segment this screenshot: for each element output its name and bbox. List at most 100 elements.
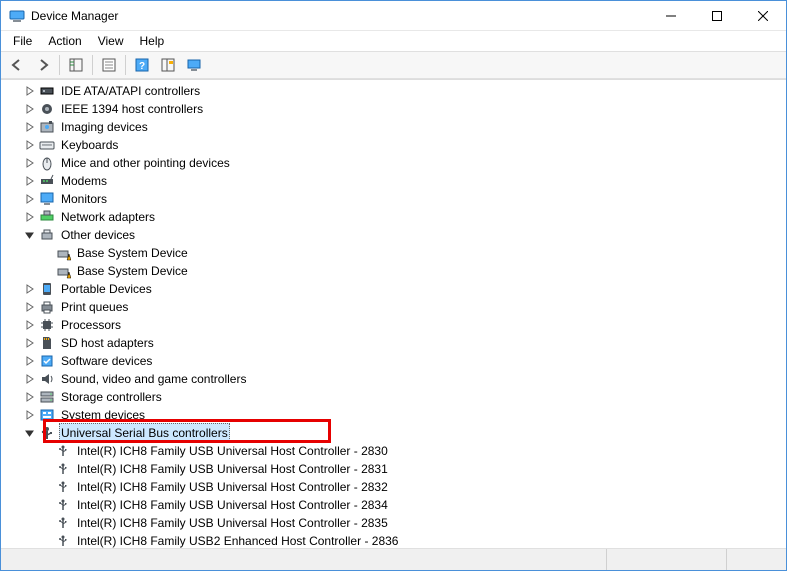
expand-arrow-icon[interactable] — [23, 84, 37, 98]
properties-button[interactable] — [97, 53, 121, 77]
tree-item[interactable]: Intel(R) ICH8 Family USB Universal Host … — [7, 478, 786, 496]
menu-help[interactable]: Help — [132, 32, 173, 50]
tree-item[interactable]: Intel(R) ICH8 Family USB Universal Host … — [7, 442, 786, 460]
tree-item[interactable]: Mice and other pointing devices — [7, 154, 786, 172]
tree-item-label: Intel(R) ICH8 Family USB Universal Host … — [75, 460, 390, 478]
tree-item-label: Portable Devices — [59, 280, 154, 298]
tree-item[interactable]: Sound, video and game controllers — [7, 370, 786, 388]
imaging-icon — [39, 119, 55, 135]
collapse-arrow-icon[interactable] — [23, 426, 37, 440]
tree-item[interactable]: Network adapters — [7, 208, 786, 226]
menu-view[interactable]: View — [90, 32, 132, 50]
expand-arrow-icon[interactable] — [23, 390, 37, 404]
no-expander — [39, 498, 53, 512]
tree-item[interactable]: !Base System Device — [7, 244, 786, 262]
other-icon — [39, 227, 55, 243]
tree-item[interactable]: Print queues — [7, 298, 786, 316]
tree-item-label: Intel(R) ICH8 Family USB Universal Host … — [75, 478, 390, 496]
tree-item[interactable]: Imaging devices — [7, 118, 786, 136]
toolbar-separator — [92, 55, 93, 75]
tree-item-label: Base System Device — [75, 262, 190, 280]
expand-arrow-icon[interactable] — [23, 102, 37, 116]
tree-item[interactable]: IEEE 1394 host controllers — [7, 100, 786, 118]
tree-item[interactable]: ! Base System Device — [7, 262, 786, 280]
tree-item[interactable]: Storage controllers — [7, 388, 786, 406]
tree-item-label: Network adapters — [59, 208, 157, 226]
expand-arrow-icon[interactable] — [23, 300, 37, 314]
expand-arrow-icon[interactable] — [23, 408, 37, 422]
tree-item-label: Modems — [59, 172, 109, 190]
warning-icon: ! — [55, 263, 71, 279]
tree-item-label: Intel(R) ICH8 Family USB Universal Host … — [75, 514, 390, 532]
scan-hardware-button[interactable] — [156, 53, 180, 77]
tree-item[interactable]: Monitors — [7, 190, 786, 208]
tree-item[interactable]: Intel(R) ICH8 Family USB Universal Host … — [7, 514, 786, 532]
back-button[interactable] — [5, 53, 29, 77]
tree-item[interactable]: Keyboards — [7, 136, 786, 154]
monitor-icon-button[interactable] — [182, 53, 206, 77]
tree-item[interactable]: Intel(R) ICH8 Family USB Universal Host … — [7, 496, 786, 514]
content-area: IDE ATA/ATAPI controllersIEEE 1394 host … — [1, 79, 786, 548]
tree-item[interactable]: Other devices — [7, 226, 786, 244]
tree-item-label: Keyboards — [59, 136, 120, 154]
tree-item[interactable]: Software devices — [7, 352, 786, 370]
expand-arrow-icon[interactable] — [23, 192, 37, 206]
usbdev-icon — [55, 497, 71, 513]
no-expander — [39, 246, 53, 260]
tree-item[interactable]: Intel(R) ICH8 Family USB Universal Host … — [7, 460, 786, 478]
menu-file[interactable]: File — [5, 32, 40, 50]
tree-item[interactable]: Intel(R) ICH8 Family USB2 Enhanced Host … — [7, 532, 786, 548]
tree-item[interactable]: Processors — [7, 316, 786, 334]
app-icon — [9, 8, 25, 24]
expand-arrow-icon[interactable] — [23, 210, 37, 224]
system-icon — [39, 407, 55, 423]
no-expander — [39, 480, 53, 494]
device-tree[interactable]: IDE ATA/ATAPI controllersIEEE 1394 host … — [1, 80, 786, 548]
expand-arrow-icon[interactable] — [23, 372, 37, 386]
tree-item-label: System devices — [59, 406, 147, 424]
expand-arrow-icon[interactable] — [23, 174, 37, 188]
mouse-icon — [39, 155, 55, 171]
collapse-arrow-icon[interactable] — [23, 228, 37, 242]
help-button[interactable]: ? — [130, 53, 154, 77]
minimize-button[interactable] — [648, 1, 694, 31]
tree-item[interactable]: System devices — [7, 406, 786, 424]
ieee1394-icon — [39, 101, 55, 117]
tree-item-label: Mice and other pointing devices — [59, 154, 232, 172]
tree-item-label: IEEE 1394 host controllers — [59, 100, 205, 118]
tree-item-label: Storage controllers — [59, 388, 164, 406]
expand-arrow-icon[interactable] — [23, 138, 37, 152]
close-button[interactable] — [740, 1, 786, 31]
maximize-button[interactable] — [694, 1, 740, 31]
printer-icon — [39, 299, 55, 315]
window-controls — [648, 1, 786, 30]
expand-arrow-icon[interactable] — [23, 336, 37, 350]
tree-item-label: Print queues — [59, 298, 130, 316]
processor-icon — [39, 317, 55, 333]
tree-item[interactable]: IDE ATA/ATAPI controllers — [7, 82, 786, 100]
no-expander — [39, 462, 53, 476]
show-hide-console-tree-button[interactable] — [64, 53, 88, 77]
tree-item[interactable]: Universal Serial Bus controllers — [7, 424, 786, 442]
expand-arrow-icon[interactable] — [23, 282, 37, 296]
tree-item-label: Base System Device — [75, 244, 190, 262]
tree-item[interactable]: Modems — [7, 172, 786, 190]
expand-arrow-icon[interactable] — [23, 318, 37, 332]
usbdev-icon — [55, 461, 71, 477]
forward-button[interactable] — [31, 53, 55, 77]
usbdev-icon — [55, 479, 71, 495]
expand-arrow-icon[interactable] — [23, 120, 37, 134]
expand-arrow-icon[interactable] — [23, 156, 37, 170]
tree-item-label: Processors — [59, 316, 123, 334]
modem-icon — [39, 173, 55, 189]
tree-item[interactable]: SD host adapters — [7, 334, 786, 352]
svg-text:?: ? — [139, 61, 145, 72]
statusbar — [1, 548, 786, 570]
tree-item-label: Intel(R) ICH8 Family USB2 Enhanced Host … — [75, 532, 400, 548]
toolbar-separator — [59, 55, 60, 75]
menu-action[interactable]: Action — [40, 32, 89, 50]
svg-text:!: ! — [68, 273, 69, 279]
expand-arrow-icon[interactable] — [23, 354, 37, 368]
tree-item[interactable]: Portable Devices — [7, 280, 786, 298]
tree-item-label: Sound, video and game controllers — [59, 370, 248, 388]
